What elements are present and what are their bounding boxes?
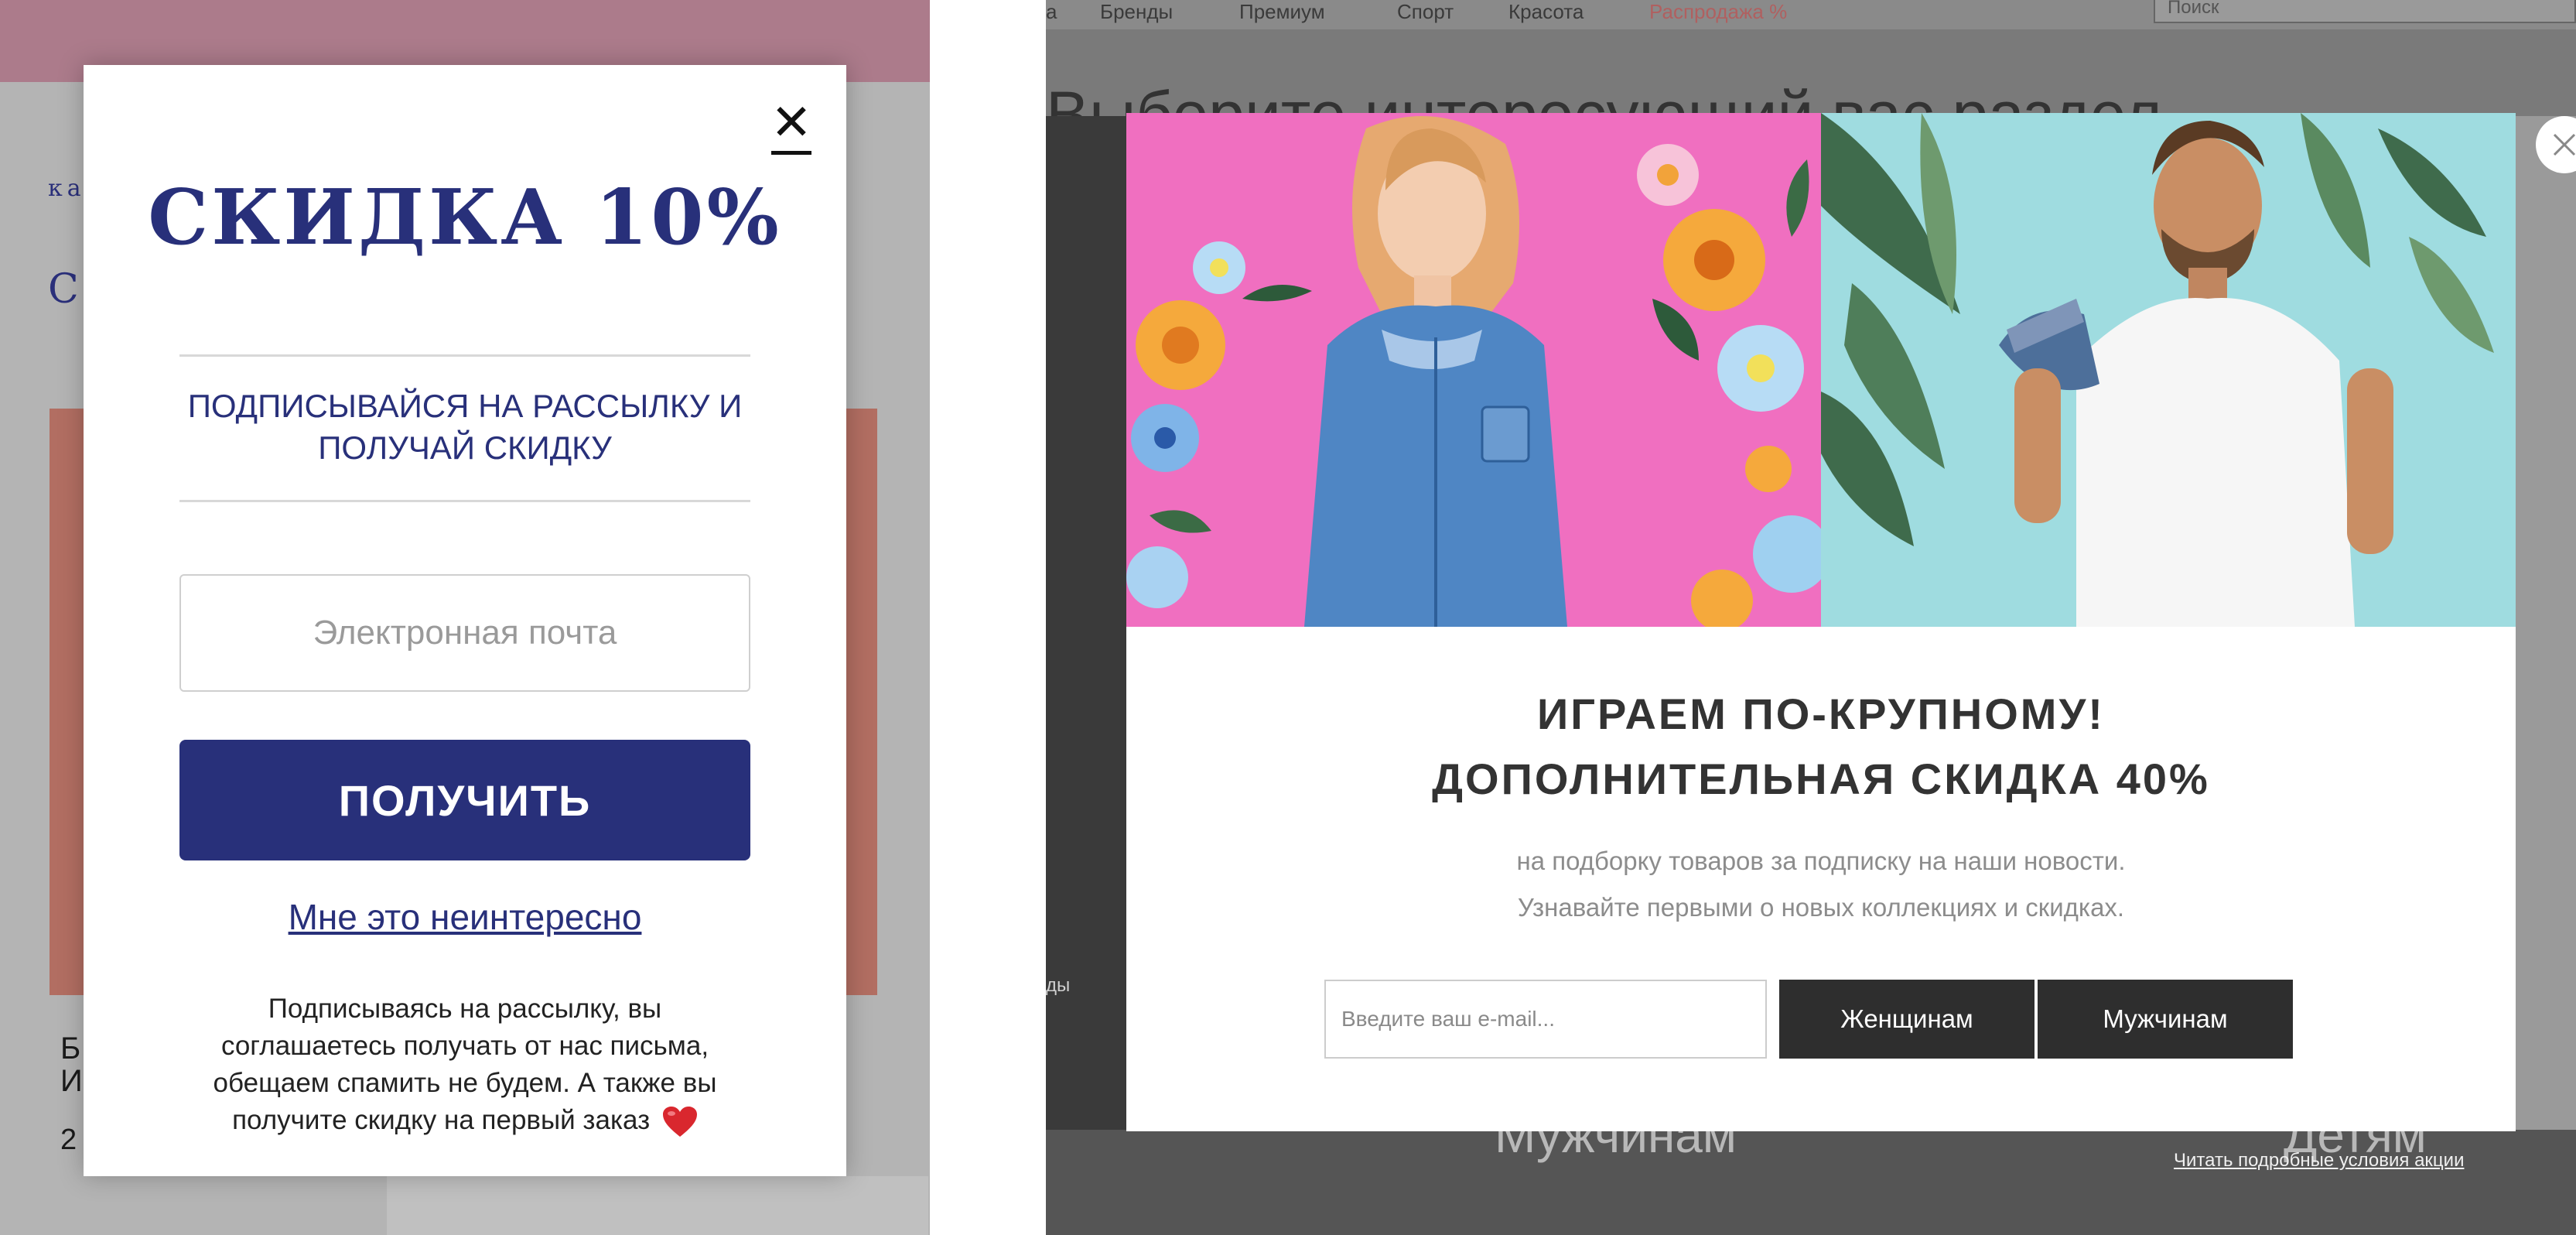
nav-item-sport[interactable]: Спорт (1397, 0, 1454, 24)
terms-link[interactable]: Читать подробные условия акции (2174, 1150, 2464, 1172)
promo-description: на подборку товаров за подписку на наши … (1516, 847, 2126, 875)
nav-item-beauty[interactable]: Красота (1508, 0, 1584, 24)
promo-popup: ИГРАЕМ ПО-КРУПНОМУ! ДОПОЛНИТЕЛЬНАЯ СКИДК… (1126, 113, 2516, 1131)
nav-item-sale[interactable]: Распродажа % (1649, 0, 1787, 24)
popup-title: СКИДКА 10% (148, 173, 782, 262)
not-interested-link[interactable]: Мне это неинтересно (84, 896, 846, 938)
background-strip (387, 1176, 928, 1235)
background-text-c: С (48, 266, 79, 313)
background-side-label: ды (1046, 975, 1071, 996)
men-promo-image (1821, 113, 2516, 627)
close-button[interactable]: ✕ (764, 98, 818, 155)
email-field[interactable] (179, 574, 750, 692)
background-side-photo (2516, 116, 2576, 1130)
left-screenshot: ка С Б И 2 ✕ СКИДКА 10% ПОДПИСЫВАЙСЯ НА … (0, 0, 930, 1235)
men-button[interactable]: Мужчинам (2038, 980, 2293, 1059)
promo-headline: ИГРАЕМ ПО-КРУПНОМУ! (1537, 689, 2105, 738)
get-discount-button[interactable]: ПОЛУЧИТЬ (179, 740, 750, 860)
email-input[interactable] (1324, 980, 1767, 1059)
women-button[interactable]: Женщинам (1779, 980, 2034, 1059)
promo-discount-headline: ДОПОЛНИТЕЛЬНАЯ СКИДКА 40% (1432, 754, 2210, 803)
close-icon: ✕ (770, 94, 812, 152)
right-screenshot: а Бренды Премиум Спорт Красота Распродаж… (1046, 0, 2576, 1235)
heart-icon (662, 1106, 697, 1137)
disclaimer-text: Подписываясь на рассылку, вы соглашаетес… (200, 990, 730, 1139)
disclaimer-label: Подписываясь на рассылку, вы соглашаетес… (213, 994, 717, 1135)
popup-subtitle: ПОДПИСЫВАЙСЯ НА РАССЫЛКУ И ПОЛУЧАЙ СКИДК… (187, 388, 743, 466)
background-text-2: 2 (60, 1124, 77, 1156)
background-text-b: Б И (60, 1031, 83, 1098)
divider (179, 500, 750, 502)
women-promo-image (1126, 113, 1821, 627)
promo-description-secondary: Узнавайте первыми о новых коллекциях и с… (1517, 893, 2125, 922)
search-input[interactable]: Поиск (2154, 0, 2576, 23)
nav-item-premium[interactable]: Премиум (1239, 0, 1325, 24)
close-icon (2553, 133, 2576, 156)
divider (179, 354, 750, 357)
nav-item-brands[interactable]: Бренды (1100, 0, 1173, 24)
nav-item[interactable]: а (1046, 0, 1057, 24)
subscribe-popup: ✕ СКИДКА 10% ПОДПИСЫВАЙСЯ НА РАССЫЛКУ И … (84, 65, 846, 1176)
background-text-ka: ка (48, 175, 86, 202)
